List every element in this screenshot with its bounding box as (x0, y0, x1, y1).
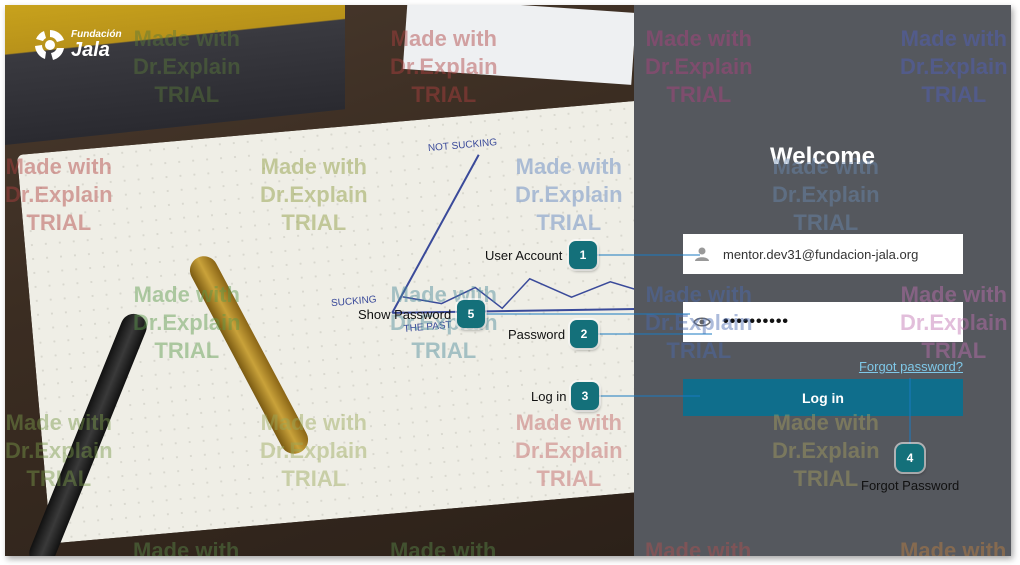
user-icon (695, 247, 709, 261)
callout-label-forgot-password: Forgot Password (861, 478, 960, 493)
brand-big-text: Jala (71, 39, 110, 61)
paper-decoration (402, 5, 637, 85)
callout-badge-5: 5 (457, 300, 485, 328)
login-panel: Welcome mentor.dev31@fundacion-jala.org … (634, 5, 1011, 556)
callout-label-password: Password (508, 327, 566, 342)
brand-logo: Fundación Jala (33, 28, 122, 62)
sketch-label-bottom: THE PAST (403, 320, 452, 335)
jala-logo-icon (35, 30, 64, 60)
callout-badge-3: 3 (571, 382, 599, 410)
background-photo: NOT SUCKING SUCKING THE PAST Fundación J… (5, 5, 689, 556)
sketch-label-top: NOT SUCKING (428, 137, 498, 154)
callout-badge-4: 4 (896, 444, 924, 472)
forgot-password-link[interactable]: Forgot password? (859, 359, 963, 374)
book-decoration (5, 5, 345, 146)
password-mask: •••••••••• (723, 313, 790, 330)
user-account-value: mentor.dev31@fundacion-jala.org (723, 246, 919, 262)
welcome-title: Welcome (770, 143, 875, 170)
eye-icon[interactable] (693, 313, 711, 331)
screenshot-frame: NOT SUCKING SUCKING THE PAST Fundación J… (5, 5, 1011, 556)
callout-label-login: Log in (531, 389, 567, 404)
callout-label-user-account: User Account (485, 248, 563, 263)
callout-label-show-password: Show Password (358, 307, 452, 322)
sketch-rising-line (391, 154, 480, 314)
login-button[interactable]: Log in (683, 379, 963, 416)
user-account-input[interactable]: mentor.dev31@fundacion-jala.org (683, 234, 963, 274)
callout-badge-2: 2 (570, 320, 598, 348)
callout-badge-1: 1 (569, 241, 597, 269)
password-input[interactable]: •••••••••• (683, 302, 963, 342)
